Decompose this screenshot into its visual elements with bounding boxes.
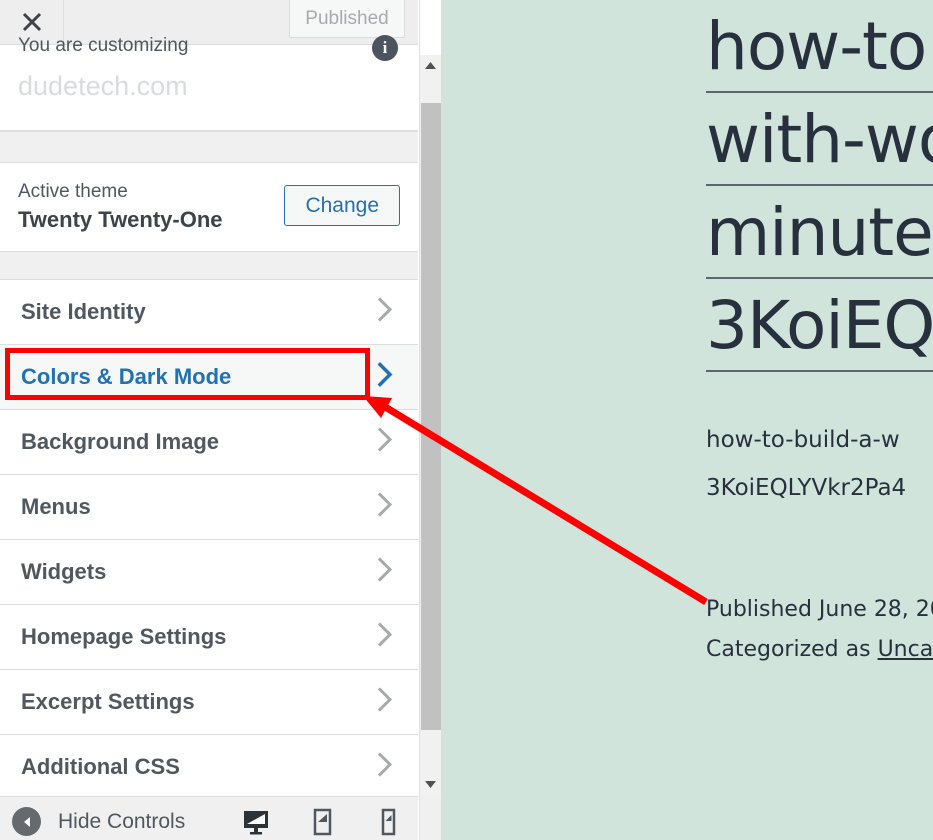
sidebar-scrollbar[interactable]	[419, 55, 441, 795]
sidebar-item-label: Background Image	[21, 429, 219, 455]
panel-divider-top	[0, 131, 418, 163]
hide-controls-button[interactable]: Hide Controls	[12, 807, 185, 836]
customizer-footer: Hide Controls	[0, 796, 418, 840]
post-title-line: how-to	[706, 0, 933, 93]
sidebar-item-colors-dark-mode[interactable]: Colors & Dark Mode	[0, 345, 418, 410]
sidebar-item-homepage-settings[interactable]: Homepage Settings	[0, 605, 418, 670]
change-theme-button[interactable]: Change	[284, 185, 400, 226]
mobile-preview-icon[interactable]	[371, 805, 405, 839]
scrollbar-gutter-bottom	[419, 795, 441, 840]
chevron-right-icon	[377, 752, 394, 783]
device-preview-buttons	[239, 805, 405, 839]
you-are-customizing-block: You are customizing dudetech.com i	[0, 45, 418, 131]
customizer-panel-list: Site Identity Colors & Dark Mode Backgro…	[0, 280, 418, 800]
sidebar-item-label: Site Identity	[21, 299, 146, 325]
chevron-right-icon	[377, 687, 394, 718]
customizer-screen: how-to with-wo minute 3KoiEQ how-to-buil…	[0, 0, 933, 840]
category-link[interactable]: Uncat	[878, 637, 933, 662]
customizer-sidebar: Published You are customizing dudetech.c…	[0, 0, 418, 840]
post-title-line: minute	[706, 186, 933, 279]
info-icon[interactable]: i	[372, 35, 398, 61]
site-preview-pane: how-to with-wo minute 3KoiEQ how-to-buil…	[441, 0, 933, 840]
scrollbar-thumb[interactable]	[421, 103, 441, 730]
preview-content: how-to with-wo minute 3KoiEQ how-to-buil…	[706, 0, 933, 670]
preview-post-meta: Published June 28, 20 Categorized as Unc…	[706, 512, 933, 670]
preview-post-title[interactable]: how-to with-wo minute 3KoiEQ	[706, 0, 933, 372]
scrollbar-gutter-top	[419, 0, 441, 55]
chevron-right-icon	[377, 492, 394, 523]
scroll-down-arrow-icon[interactable]	[420, 774, 441, 795]
chevron-right-icon	[377, 297, 394, 328]
scroll-up-arrow-icon[interactable]	[420, 55, 441, 76]
published-date: Published June 28, 20	[706, 597, 933, 622]
sidebar-item-excerpt-settings[interactable]: Excerpt Settings	[0, 670, 418, 735]
chevron-right-icon	[377, 427, 394, 458]
collapse-arrow-icon	[12, 807, 41, 836]
customizing-site-name: dudetech.com	[18, 71, 188, 102]
sidebar-item-label: Widgets	[21, 559, 106, 585]
sidebar-item-site-identity[interactable]: Site Identity	[0, 280, 418, 345]
active-theme-name: Twenty Twenty-One	[18, 207, 223, 233]
hide-controls-label: Hide Controls	[58, 810, 185, 834]
tablet-preview-icon[interactable]	[305, 805, 339, 839]
active-theme-row: Active theme Twenty Twenty-One Change	[0, 163, 418, 252]
chevron-right-icon	[377, 557, 394, 588]
active-theme-label: Active theme	[18, 181, 128, 203]
chevron-right-icon	[377, 362, 394, 393]
excerpt-line: 3KoiEQLYVkr2Pa4	[706, 475, 906, 501]
desktop-preview-icon[interactable]	[239, 805, 273, 839]
sidebar-item-menus[interactable]: Menus	[0, 475, 418, 540]
preview-post-excerpt: how-to-build-a-w 3KoiEQLYVkr2Pa4	[706, 372, 933, 512]
sidebar-item-background-image[interactable]: Background Image	[0, 410, 418, 475]
sidebar-item-widgets[interactable]: Widgets	[0, 540, 418, 605]
sidebar-item-label: Colors & Dark Mode	[21, 364, 231, 390]
excerpt-line: how-to-build-a-w	[706, 427, 900, 453]
sidebar-item-label: Menus	[21, 494, 91, 520]
sidebar-item-label: Additional CSS	[21, 754, 180, 780]
chevron-right-icon	[377, 622, 394, 653]
sidebar-item-additional-css[interactable]: Additional CSS	[0, 735, 418, 800]
categorized-label: Categorized as	[706, 637, 878, 662]
panel-divider-mid	[0, 252, 418, 280]
post-title-line: with-wo	[706, 93, 933, 186]
publish-button[interactable]: Published	[289, 0, 405, 38]
sidebar-item-label: Homepage Settings	[21, 624, 226, 650]
customizing-label: You are customizing	[18, 35, 188, 57]
sidebar-item-label: Excerpt Settings	[21, 689, 195, 715]
post-title-line: 3KoiEQ	[706, 279, 933, 372]
close-icon	[21, 11, 43, 33]
